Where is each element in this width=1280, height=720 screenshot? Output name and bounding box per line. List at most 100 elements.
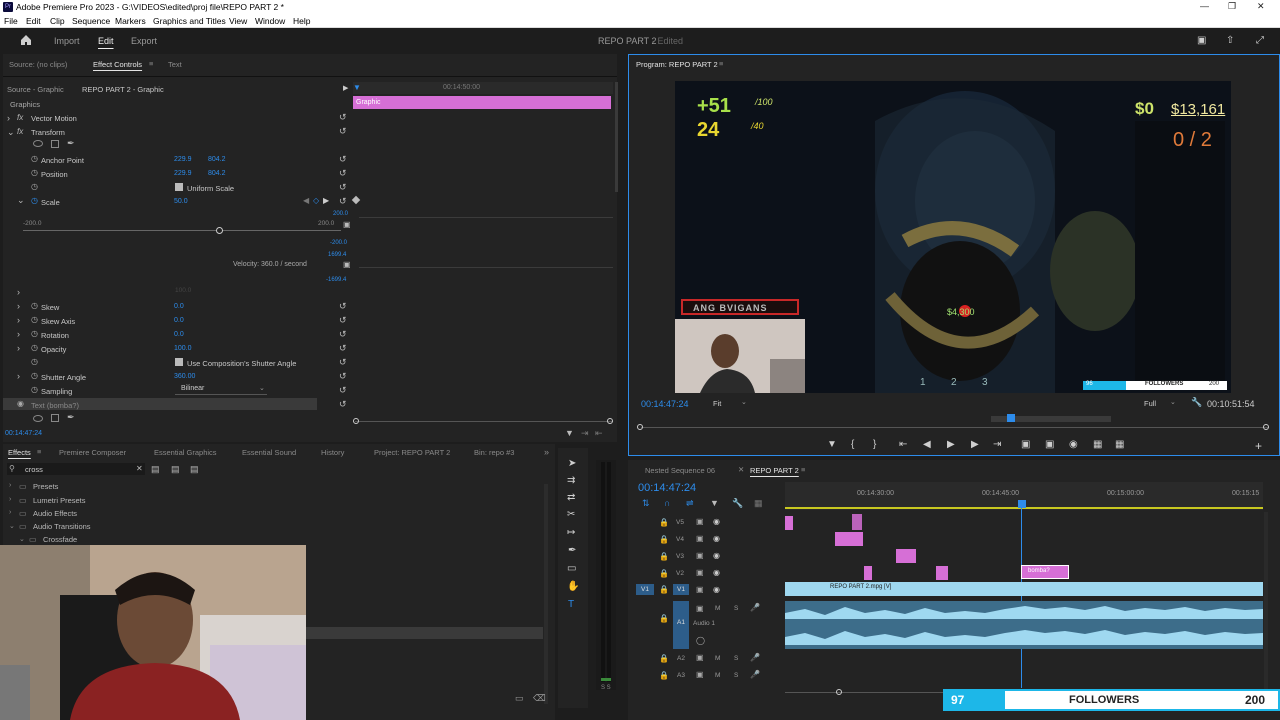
scale-slider-track[interactable] <box>23 230 341 231</box>
32bit-effects-icon[interactable]: ▤ <box>171 464 180 475</box>
tab-import[interactable]: Import <box>54 36 80 46</box>
graphic-clip-bar[interactable] <box>353 96 611 109</box>
video-clip[interactable] <box>785 516 793 530</box>
more-tabs-icon[interactable]: » <box>544 447 549 457</box>
stopwatch-icon[interactable]: ◷ <box>31 168 38 177</box>
slip-tool-icon[interactable]: ↦ <box>567 527 575 538</box>
tab-project[interactable]: Project: REPO PART 2 <box>374 448 450 457</box>
menu-clip[interactable]: Clip <box>50 16 65 26</box>
video-clip[interactable] <box>864 566 872 580</box>
video-clip[interactable] <box>835 532 863 546</box>
ec-zoom-handle-left[interactable] <box>353 418 359 424</box>
stopwatch-icon[interactable]: ◷ <box>31 315 38 324</box>
proxy-toggle-icon[interactable]: ▦ <box>1115 439 1124 450</box>
shutter-angle-checkbox[interactable] <box>175 358 183 366</box>
linked-selection-icon[interactable]: ⇌ <box>686 498 694 509</box>
clip-label[interactable]: REPO PART 2 - Graphic <box>82 85 164 94</box>
menu-window[interactable]: Window <box>255 16 285 26</box>
reset-icon[interactable]: ↺ <box>339 182 347 193</box>
solo-icon[interactable]: S <box>734 655 738 662</box>
track-select-tool-icon[interactable]: ⇉ <box>567 475 575 486</box>
bomba-clip[interactable]: bomba? <box>1021 565 1069 579</box>
ripple-edit-tool-icon[interactable]: ⇄ <box>567 492 575 503</box>
menu-sequence[interactable]: Sequence <box>72 16 110 26</box>
tab-history[interactable]: History <box>321 448 344 457</box>
menu-markers[interactable]: Markers <box>115 16 146 26</box>
anchor-x-value[interactable]: 229.9 <box>174 156 192 163</box>
lock-icon[interactable]: 🔒 <box>659 671 669 680</box>
reset-icon[interactable]: ↺ <box>339 154 347 165</box>
lift-icon[interactable]: ▣ <box>1021 439 1030 450</box>
razor-tool-icon[interactable]: ✂ <box>567 509 575 520</box>
minimize-icon[interactable]: — <box>1200 1 1209 11</box>
hand-tool-icon[interactable]: ✋ <box>567 581 579 592</box>
tab-source[interactable]: Source: (no clips) <box>9 60 67 69</box>
program-title[interactable]: Program: REPO PART 2 <box>636 60 718 69</box>
sync-lock-icon[interactable]: ▣ <box>696 551 704 560</box>
expand-chevron-icon[interactable]: › <box>17 371 20 381</box>
stopwatch-icon[interactable]: ◷ <box>31 154 38 163</box>
menu-edit[interactable]: Edit <box>26 16 41 26</box>
lock-icon[interactable]: 🔒 <box>659 552 669 561</box>
tab-repo-part-2[interactable]: REPO PART 2 <box>750 466 799 475</box>
play-icon[interactable]: ▶ <box>947 439 955 450</box>
anchor-y-value[interactable]: 804.2 <box>208 156 226 163</box>
tab-effect-controls[interactable]: Effect Controls <box>93 60 142 69</box>
video-clip[interactable] <box>896 549 916 563</box>
scrub-handle-left[interactable] <box>637 424 643 430</box>
reset-icon[interactable]: ↺ <box>339 371 347 382</box>
graph-save-icon[interactable]: ▣ <box>343 220 351 229</box>
add-marker-icon[interactable]: ▼ <box>710 498 719 508</box>
scrub-handle-right[interactable] <box>1263 424 1269 430</box>
fullscreen-icon[interactable]: ⤢ <box>1256 35 1264 46</box>
go-to-out-icon[interactable]: ⇥ <box>993 439 1001 450</box>
stopwatch-active-icon[interactable]: ◷ <box>31 196 38 205</box>
home-icon[interactable] <box>20 34 32 46</box>
extract-icon[interactable]: ▣ <box>1045 439 1054 450</box>
timeline-timecode[interactable]: 00:14:47:24 <box>638 482 696 494</box>
add-keyframe-icon[interactable]: ◇ <box>313 196 319 205</box>
v1-main-clip[interactable]: REPO PART 2.mpg [V] <box>785 582 1263 596</box>
rectangle-mask-icon[interactable] <box>51 414 59 422</box>
position-y-value[interactable]: 804.2 <box>208 170 226 177</box>
stopwatch-icon[interactable]: ◷ <box>31 357 38 366</box>
close-icon[interactable]: ✕ <box>1257 1 1265 12</box>
close-tab-icon[interactable]: ✕ <box>738 465 744 474</box>
stopwatch-icon[interactable]: ◷ <box>31 301 38 310</box>
scale-value[interactable]: 50.0 <box>174 198 188 205</box>
solo-icon[interactable]: S S <box>601 685 611 691</box>
wrench-icon[interactable]: 🔧 <box>1191 397 1202 408</box>
lock-icon[interactable]: 🔒 <box>659 569 669 578</box>
lock-icon[interactable]: 🔒 <box>659 518 669 527</box>
sampling-dropdown[interactable]: Bilinear ⌄ <box>175 383 267 395</box>
menu-view[interactable]: View <box>229 16 247 26</box>
pen-tool-icon[interactable]: ✒ <box>568 545 576 556</box>
prev-keyframe-icon[interactable]: ◀ <box>303 196 309 205</box>
reset-icon[interactable]: ↺ <box>339 301 347 312</box>
ec-timecode[interactable]: 00:14:47:24 <box>5 430 42 437</box>
ec-zoom-track[interactable] <box>355 421 613 422</box>
captions-icon[interactable]: ▦ <box>754 498 763 509</box>
reset-icon[interactable]: ↺ <box>339 126 347 137</box>
delete-icon[interactable]: ⌫ <box>533 693 546 704</box>
eye-icon[interactable]: ◉ <box>713 568 720 577</box>
reset-icon[interactable]: ↺ <box>339 196 347 207</box>
snap-icon[interactable]: ∩ <box>664 498 670 508</box>
reset-icon[interactable]: ↺ <box>339 357 347 368</box>
stopwatch-icon[interactable]: ◷ <box>31 182 38 191</box>
eye-icon[interactable]: ◉ <box>17 399 24 408</box>
tab-export[interactable]: Export <box>131 36 157 46</box>
button-editor-plus-icon[interactable]: + <box>1255 439 1262 453</box>
pen-mask-icon[interactable]: ✒ <box>67 412 75 423</box>
eye-icon[interactable]: ◉ <box>713 517 720 526</box>
expand-chevron-icon[interactable]: › <box>17 343 20 353</box>
ec-timeline-ruler[interactable] <box>353 82 613 94</box>
mic-icon[interactable]: 🎤 <box>750 653 760 662</box>
sync-lock-icon[interactable]: ▣ <box>696 585 704 594</box>
nest-toggle-icon[interactable]: ⇅ <box>642 498 650 509</box>
comparison-view-icon[interactable]: ▦ <box>1093 439 1102 450</box>
reset-icon[interactable]: ↺ <box>339 343 347 354</box>
mute-icon[interactable]: M <box>715 655 720 662</box>
sync-lock-icon[interactable]: ▣ <box>696 568 704 577</box>
add-marker-icon[interactable]: ▼ <box>827 439 837 450</box>
